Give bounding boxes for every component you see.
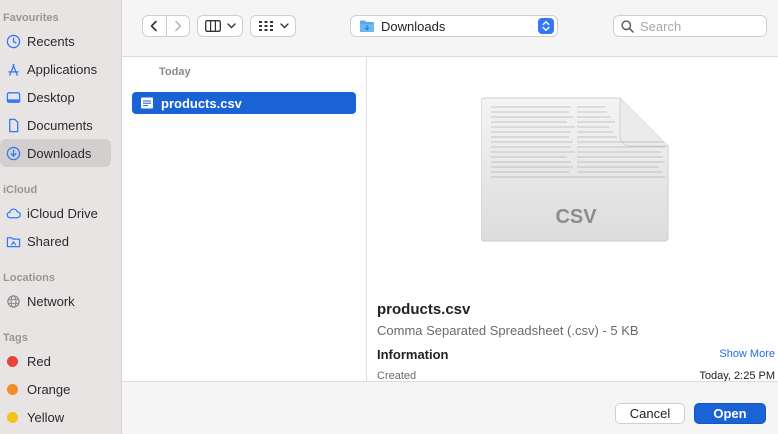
navigation-buttons	[142, 15, 190, 37]
bottom-bar: Cancel Open	[122, 381, 778, 434]
file-name: products.csv	[161, 95, 242, 111]
sidebar-item-label: Recents	[27, 33, 75, 49]
sidebar-item-icloud-drive[interactable]: iCloud Drive	[0, 199, 111, 227]
csv-file-icon	[141, 97, 153, 109]
view-mode-button[interactable]	[197, 15, 243, 37]
preview-file-name: products.csv	[377, 301, 471, 318]
sidebar-heading-locations: Locations	[3, 272, 55, 284]
preview-file-type: Comma Separated Spreadsheet (.csv) - 5 K…	[377, 323, 639, 338]
created-label: Created	[377, 370, 417, 381]
document-icon	[5, 117, 21, 133]
sidebar-item-label: iCloud Drive	[27, 205, 98, 221]
file-list: Today products.csv	[122, 57, 367, 381]
sidebar-tag-orange[interactable]: Orange	[0, 375, 111, 403]
sidebar-item-documents[interactable]: Documents	[0, 111, 111, 139]
show-more-link[interactable]: Show More	[719, 348, 775, 360]
shared-folder-icon	[5, 233, 21, 249]
up-down-chevron-icon	[538, 18, 554, 34]
sidebar-item-label: Orange	[27, 381, 71, 397]
information-heading: Information	[377, 347, 449, 362]
group-by-button[interactable]	[250, 15, 296, 37]
back-button[interactable]	[143, 16, 166, 36]
location-label: Downloads	[381, 18, 446, 34]
sidebar-item-label: Shared	[27, 233, 69, 249]
sidebar-item-label: Network	[27, 293, 75, 309]
column-view-icon	[204, 20, 221, 32]
sidebar-item-label: Applications	[27, 61, 98, 77]
search-icon	[621, 19, 634, 33]
file-badge: CSV	[555, 206, 597, 228]
file-row-selected[interactable]: products.csv	[132, 92, 356, 114]
sidebar-item-network[interactable]: Network	[0, 287, 111, 315]
location-dropdown[interactable]: Downloads	[350, 15, 558, 37]
sidebar-item-applications[interactable]: Applications	[0, 55, 111, 83]
clock-icon	[5, 33, 21, 49]
sidebar-item-shared[interactable]: Shared	[0, 227, 111, 255]
sidebar-tag-red[interactable]: Red	[0, 347, 111, 375]
sidebar: Favourites Recents Applications Desktop …	[0, 0, 122, 434]
chevron-down-icon	[226, 23, 236, 29]
chevron-down-icon	[279, 23, 289, 29]
sidebar-item-label: Red	[27, 353, 51, 369]
cloud-icon	[5, 205, 21, 221]
preview-pane: CSV products.csv Comma Separated Spreads…	[367, 57, 778, 381]
open-button[interactable]: Open	[694, 403, 766, 424]
download-icon	[5, 145, 21, 161]
chevron-left-icon	[150, 20, 158, 32]
cancel-button[interactable]: Cancel	[615, 403, 685, 424]
tag-dot-icon	[7, 355, 18, 367]
tag-dot-icon	[7, 411, 18, 423]
sidebar-item-recents[interactable]: Recents	[0, 27, 111, 55]
list-section-header: Today	[159, 66, 191, 78]
toolbar: Downloads	[122, 0, 778, 57]
created-value: Today, 2:25 PM	[699, 370, 775, 381]
forward-button[interactable]	[165, 16, 190, 36]
sidebar-item-label: Desktop	[27, 89, 75, 105]
sidebar-item-label: Documents	[27, 117, 93, 133]
sidebar-item-label: Yellow	[27, 409, 65, 425]
search-input[interactable]	[640, 18, 760, 34]
grid-icon	[258, 21, 273, 31]
sidebar-heading-icloud: iCloud	[3, 184, 38, 196]
sidebar-heading-favourites: Favourites	[3, 12, 59, 24]
sidebar-tag-yellow[interactable]: Yellow	[0, 403, 111, 431]
sidebar-item-label: Downloads	[27, 145, 92, 161]
desktop-icon	[5, 89, 21, 105]
applications-icon	[5, 61, 21, 77]
sidebar-item-downloads[interactable]: Downloads	[0, 139, 111, 167]
csv-document-preview-icon: CSV	[481, 97, 669, 242]
globe-icon	[5, 293, 21, 309]
search-field[interactable]	[613, 15, 767, 37]
folder-icon	[360, 20, 374, 32]
sidebar-item-desktop[interactable]: Desktop	[0, 83, 111, 111]
sidebar-heading-tags: Tags	[3, 332, 28, 344]
tag-dot-icon	[7, 383, 18, 395]
chevron-right-icon	[174, 20, 182, 32]
